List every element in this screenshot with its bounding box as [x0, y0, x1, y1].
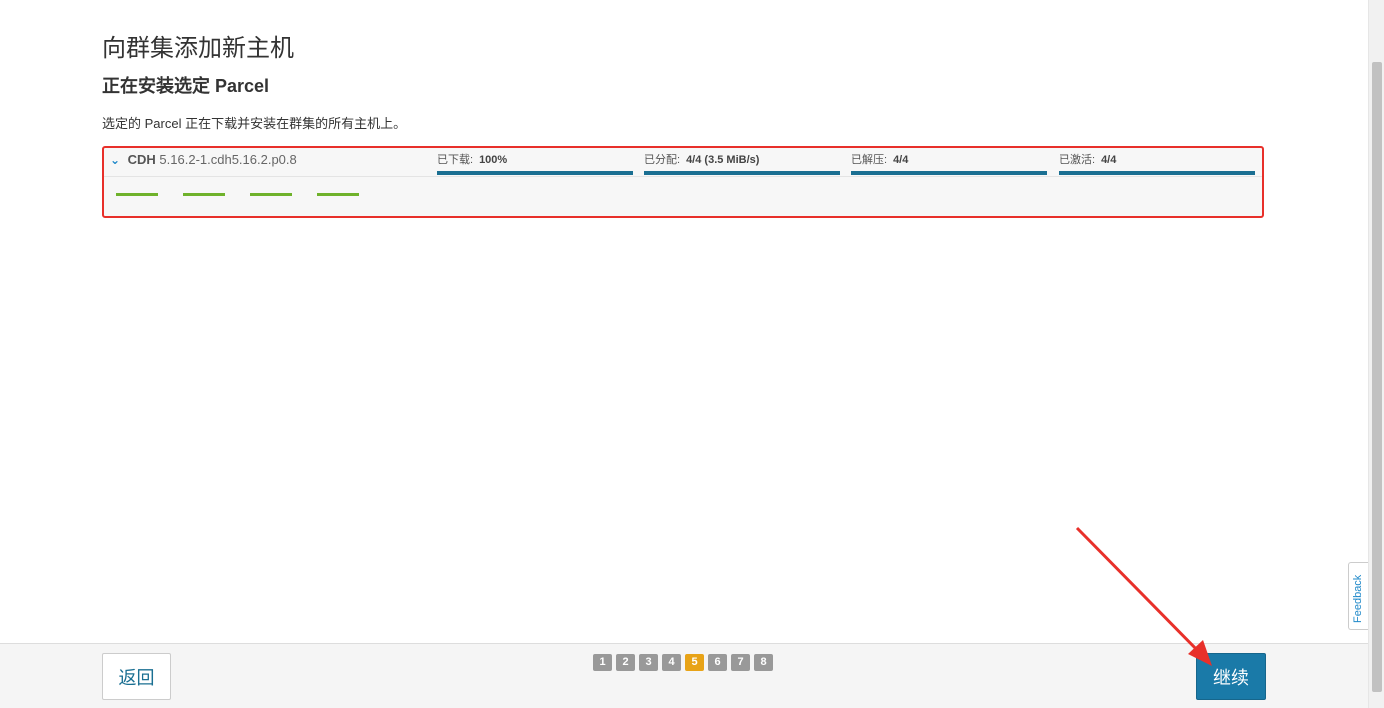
stage-value: 4/4 (3.5 MiB/s)	[686, 154, 760, 166]
wizard-step-6[interactable]: 6	[708, 654, 727, 671]
stage-value: 4/4	[1101, 154, 1117, 166]
stage-unpacked: 已解压: 4/4	[851, 151, 1047, 175]
progress-bar	[851, 171, 1047, 175]
progress-bar	[437, 171, 633, 175]
wizard-step-7[interactable]: 7	[731, 654, 750, 671]
parcel-toggle[interactable]: ⌄ CDH 5.16.2-1.cdh5.16.2.p0.8	[110, 152, 297, 167]
stage-label: 已分配:	[644, 154, 681, 166]
host-status-bar	[250, 193, 292, 196]
wizard-step-2[interactable]: 2	[616, 654, 635, 671]
host-status-bar	[317, 193, 359, 196]
wizard-step-5[interactable]: 5	[685, 654, 704, 671]
page-title: 向群集添加新主机	[102, 35, 294, 62]
progress-bar	[644, 171, 840, 175]
wizard-step-1[interactable]: 1	[593, 654, 612, 671]
stage-distributed: 已分配: 4/4 (3.5 MiB/s)	[644, 151, 840, 175]
stage-label: 已解压:	[851, 154, 888, 166]
progress-fill	[644, 171, 840, 175]
back-button[interactable]: 返回	[102, 653, 171, 700]
vertical-scrollbar[interactable]	[1368, 0, 1384, 708]
progress-fill	[851, 171, 1047, 175]
page-subtitle: 正在安装选定 Parcel	[102, 76, 270, 96]
chevron-down-icon[interactable]: ⌄	[110, 153, 124, 167]
page: 向群集添加新主机 正在安装选定 Parcel 选定的 Parcel 正在下载并安…	[0, 0, 1384, 708]
parcel-name: CDH	[127, 152, 156, 167]
wizard-step-3[interactable]: 3	[639, 654, 658, 671]
host-status-bar	[116, 193, 158, 196]
wizard-step-4[interactable]: 4	[662, 654, 681, 671]
parcel-panel: ⌄ CDH 5.16.2-1.cdh5.16.2.p0.8 已下载: 100% 已…	[102, 146, 1264, 218]
wizard-step-8[interactable]: 8	[754, 654, 773, 671]
wizard-footer: 返回 12345678 继续	[0, 643, 1368, 708]
stage-activated: 已激活: 4/4	[1059, 151, 1255, 175]
progress-fill	[1059, 171, 1255, 175]
feedback-label: Feedback	[1352, 574, 1364, 623]
stage-value: 100%	[479, 154, 508, 166]
scrollbar-thumb[interactable]	[1372, 62, 1382, 692]
wizard-steps: 12345678	[593, 654, 773, 671]
parcel-version: 5.16.2-1.cdh5.16.2.p0.8	[159, 152, 297, 167]
feedback-tab[interactable]: Feedback	[1348, 562, 1368, 630]
continue-button[interactable]: 继续	[1196, 653, 1266, 700]
parcel-header: ⌄ CDH 5.16.2-1.cdh5.16.2.p0.8 已下载: 100% 已…	[104, 148, 1262, 177]
progress-bar	[1059, 171, 1255, 175]
stage-label: 已激活:	[1059, 154, 1096, 166]
stage-value: 4/4	[893, 154, 909, 166]
host-status-bar	[183, 193, 225, 196]
page-description: 选定的 Parcel 正在下载并安装在群集的所有主机上。	[102, 116, 407, 131]
progress-fill	[437, 171, 633, 175]
stage-label: 已下载:	[437, 154, 474, 166]
stage-downloaded: 已下载: 100%	[437, 151, 633, 175]
